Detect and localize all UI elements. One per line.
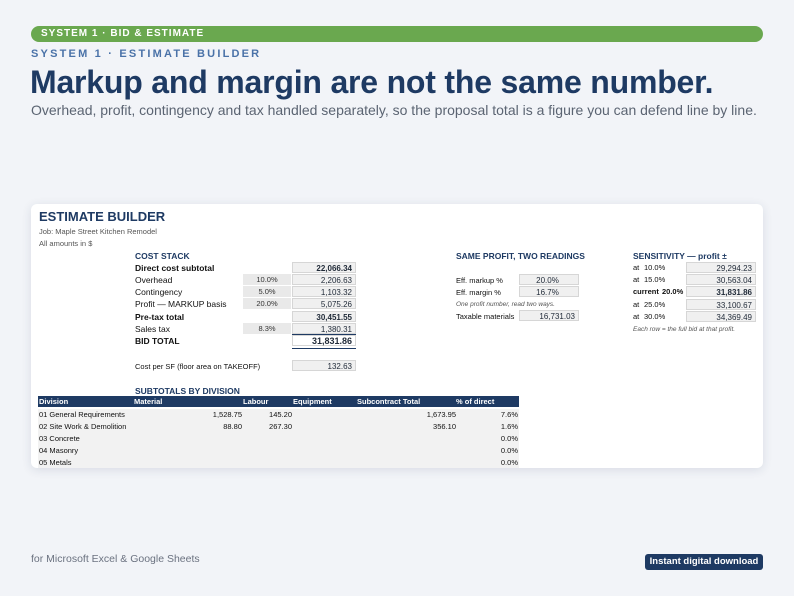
cost-row-label: Overhead	[135, 275, 173, 285]
sens-label: at	[633, 263, 640, 272]
labour-cell: 267.30	[269, 422, 292, 431]
cost-row-value[interactable]: 2,206.63	[292, 274, 356, 285]
cost-row-label: Direct cost subtotal	[135, 263, 215, 273]
sens-value[interactable]: 33,100.67	[686, 299, 756, 310]
eff-markup-label: Eff. markup %	[456, 276, 503, 285]
sens-value[interactable]: 34,369.49	[686, 311, 756, 322]
division-cell: 03 Concrete	[39, 434, 80, 443]
cost-row-pct[interactable]: 5.0%	[243, 286, 291, 297]
sens-label: at	[633, 312, 640, 321]
cost-row-value[interactable]: 5,075.26	[292, 298, 356, 309]
spreadsheet-card: ESTIMATE BUILDER Job: Maple Street Kitch…	[31, 204, 763, 468]
material-cell: 1,528.75	[212, 410, 242, 419]
sens-pct: 10.0%	[644, 263, 666, 272]
division-cell: 05 Metals	[39, 458, 72, 467]
sens-pct: 30.0%	[644, 312, 666, 321]
cost-row-label: Pre-tax total	[135, 312, 185, 322]
labour-cell: 145.20	[269, 410, 292, 419]
cost-row-value[interactable]: 30,451.55	[292, 311, 356, 322]
readings-heading: SAME PROFIT, TWO READINGS	[456, 251, 585, 261]
table-row[interactable]: 01 General Requirements 1,528.75 145.20 …	[38, 409, 519, 421]
readings-note: One profit number, read two ways.	[456, 301, 555, 308]
subtotal-cell: 1,673.95	[426, 410, 456, 419]
section-kicker: SYSTEM 1 · ESTIMATE BUILDER	[31, 48, 262, 60]
taxable-value[interactable]: 16,731.03	[519, 310, 579, 321]
table-row[interactable]: 03 Concrete 0.0%	[38, 433, 519, 445]
sens-pct: 25.0%	[644, 300, 666, 309]
page-title: Markup and margin are not the same numbe…	[30, 64, 714, 100]
eff-margin-label: Eff. margin %	[456, 288, 501, 297]
taxable-label: Taxable materials	[456, 312, 515, 321]
subtotals-header-row: Division Material Labour Equipment Subco…	[38, 396, 519, 407]
cost-per-sf-label: Cost per SF (floor area on TAKEOFF)	[135, 362, 261, 371]
division-cell: 01 General Requirements	[39, 410, 125, 419]
pct-cell: 1.6%	[500, 422, 518, 431]
cost-row-pct[interactable]: 8.3%	[243, 323, 291, 334]
sens-label: at	[633, 300, 640, 309]
category-pill: SYSTEM 1 · BID & ESTIMATE	[31, 26, 763, 42]
platform-note: for Microsoft Excel & Google Sheets	[31, 553, 200, 565]
col-header[interactable]: Labour	[243, 396, 268, 407]
pct-cell: 0.0%	[500, 434, 518, 443]
cost-row-label: Profit — MARKUP basis	[135, 299, 227, 309]
units-note: All amounts in $	[39, 239, 93, 248]
sens-label: current	[633, 287, 659, 296]
sensitivity-heading: SENSITIVITY — profit ±	[633, 251, 727, 261]
download-badge: Instant digital download	[645, 554, 763, 570]
division-cell: 02 Site Work & Demolition	[39, 422, 127, 431]
sens-pct: 20.0%	[662, 287, 684, 296]
subtotal-cell: 356.10	[433, 422, 456, 431]
cost-row-pct[interactable]: 20.0%	[243, 298, 291, 309]
col-header[interactable]: Subcontract Total	[357, 396, 420, 407]
eff-markup-value[interactable]: 20.0%	[519, 274, 579, 285]
table-row[interactable]: 05 Metals 0.0%	[38, 457, 519, 468]
pct-cell: 7.6%	[500, 410, 518, 419]
bid-total-value[interactable]: 31,831.86	[292, 335, 356, 346]
table-row[interactable]: 04 Masonry 0.0%	[38, 445, 519, 457]
total-rule	[292, 348, 356, 349]
cost-row-value[interactable]: 22,066.34	[292, 262, 356, 273]
sens-value[interactable]: 30,563.04	[686, 274, 756, 285]
job-name: Job: Maple Street Kitchen Remodel	[39, 227, 157, 236]
division-cell: 04 Masonry	[39, 446, 79, 455]
col-header[interactable]: Equipment	[293, 396, 332, 407]
cost-row-value[interactable]: 1,380.31	[292, 323, 356, 334]
subtotals-heading: SUBTOTALS BY DIVISION	[135, 386, 240, 396]
cost-per-sf-value[interactable]: 132.63	[292, 360, 356, 371]
sens-value[interactable]: 31,831.86	[686, 286, 756, 297]
sens-label: at	[633, 275, 640, 284]
cost-row-label: Sales tax	[135, 324, 170, 334]
cost-stack-heading: COST STACK	[135, 251, 190, 261]
material-cell: 88.80	[223, 422, 242, 431]
pct-cell: 0.0%	[500, 446, 518, 455]
cost-row-label: Contingency	[135, 287, 183, 297]
col-header[interactable]: % of direct	[456, 396, 494, 407]
cost-row-pct[interactable]: 10.0%	[243, 274, 291, 285]
page-subtitle: Overhead, profit, contingency and tax ha…	[31, 102, 757, 118]
pct-cell: 0.0%	[500, 458, 518, 467]
table-row[interactable]: 02 Site Work & Demolition 88.80 267.30 3…	[38, 421, 519, 433]
cost-row-value[interactable]: 1,103.32	[292, 286, 356, 297]
col-header[interactable]: Material	[134, 396, 162, 407]
sensitivity-note: Each row = the full bid at that profit.	[633, 326, 736, 333]
eff-margin-value[interactable]: 16.7%	[519, 286, 579, 297]
col-header[interactable]: Division	[39, 396, 68, 407]
sens-value[interactable]: 29,294.23	[686, 262, 756, 273]
sens-pct: 15.0%	[644, 275, 666, 284]
sheet-title: ESTIMATE BUILDER	[39, 209, 166, 224]
cost-row-label: BID TOTAL	[135, 336, 180, 346]
